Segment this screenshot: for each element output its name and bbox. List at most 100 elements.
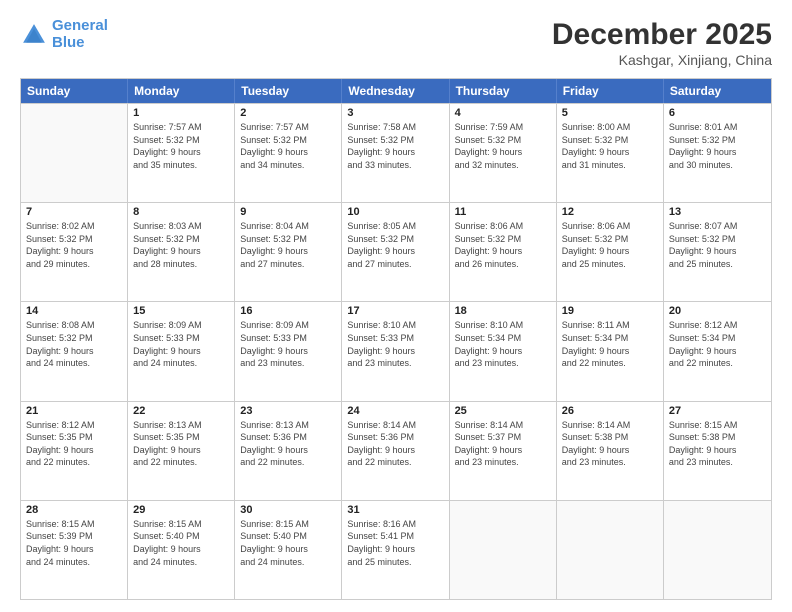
page: General Blue December 2025 Kashgar, Xinj…	[0, 0, 792, 612]
calendar-cell: 1 Sunrise: 7:57 AM Sunset: 5:32 PM Daylig…	[128, 104, 235, 202]
day-number: 4	[455, 107, 551, 119]
weekday-header: Monday	[128, 79, 235, 103]
day-info: Sunrise: 8:15 AM Sunset: 5:38 PM Dayligh…	[669, 419, 766, 469]
day-number: 22	[133, 405, 229, 417]
calendar-cell: 12 Sunrise: 8:06 AM Sunset: 5:32 PM Dayli…	[557, 203, 664, 301]
day-info: Sunrise: 8:02 AM Sunset: 5:32 PM Dayligh…	[26, 220, 122, 270]
day-number: 31	[347, 504, 443, 516]
day-info: Sunrise: 8:12 AM Sunset: 5:35 PM Dayligh…	[26, 419, 122, 469]
day-number: 29	[133, 504, 229, 516]
day-number: 3	[347, 107, 443, 119]
day-info: Sunrise: 7:57 AM Sunset: 5:32 PM Dayligh…	[133, 121, 229, 171]
day-number: 20	[669, 305, 766, 317]
day-info: Sunrise: 8:09 AM Sunset: 5:33 PM Dayligh…	[133, 319, 229, 369]
day-info: Sunrise: 8:15 AM Sunset: 5:40 PM Dayligh…	[133, 518, 229, 568]
day-number: 18	[455, 305, 551, 317]
day-number: 14	[26, 305, 122, 317]
day-number: 16	[240, 305, 336, 317]
title-block: December 2025 Kashgar, Xinjiang, China	[552, 18, 772, 68]
calendar-cell: 18 Sunrise: 8:10 AM Sunset: 5:34 PM Dayli…	[450, 302, 557, 400]
logo-line2: Blue	[52, 34, 85, 51]
day-info: Sunrise: 8:04 AM Sunset: 5:32 PM Dayligh…	[240, 220, 336, 270]
calendar-cell: 25 Sunrise: 8:14 AM Sunset: 5:37 PM Dayli…	[450, 402, 557, 500]
calendar-cell: 6Sunrise: 8:01 AM Sunset: 5:32 PM Daylig…	[664, 104, 771, 202]
day-number: 11	[455, 206, 551, 218]
calendar-row: 21Sunrise: 8:12 AM Sunset: 5:35 PM Dayli…	[21, 401, 771, 500]
day-info: Sunrise: 8:16 AM Sunset: 5:41 PM Dayligh…	[347, 518, 443, 568]
calendar-cell: 31 Sunrise: 8:16 AM Sunset: 5:41 PM Dayli…	[342, 501, 449, 599]
calendar-cell	[450, 501, 557, 599]
logo-text: General Blue	[52, 18, 108, 51]
day-number: 6	[669, 107, 766, 119]
weekday-header: Sunday	[21, 79, 128, 103]
calendar-cell: 30 Sunrise: 8:15 AM Sunset: 5:40 PM Dayli…	[235, 501, 342, 599]
header: General Blue December 2025 Kashgar, Xinj…	[20, 18, 772, 68]
day-number: 27	[669, 405, 766, 417]
calendar-cell: 23Sunrise: 8:13 AM Sunset: 5:36 PM Dayli…	[235, 402, 342, 500]
calendar-cell	[664, 501, 771, 599]
day-number: 17	[347, 305, 443, 317]
day-info: Sunrise: 8:06 AM Sunset: 5:32 PM Dayligh…	[562, 220, 658, 270]
day-number: 30	[240, 504, 336, 516]
day-info: Sunrise: 7:59 AM Sunset: 5:32 PM Dayligh…	[455, 121, 551, 171]
calendar-cell: 11 Sunrise: 8:06 AM Sunset: 5:32 PM Dayli…	[450, 203, 557, 301]
day-info: Sunrise: 8:14 AM Sunset: 5:37 PM Dayligh…	[455, 419, 551, 469]
day-number: 10	[347, 206, 443, 218]
day-info: Sunrise: 8:08 AM Sunset: 5:32 PM Dayligh…	[26, 319, 122, 369]
calendar-row: 28 Sunrise: 8:15 AM Sunset: 5:39 PM Dayli…	[21, 500, 771, 599]
calendar-cell: 3 Sunrise: 7:58 AM Sunset: 5:32 PM Daylig…	[342, 104, 449, 202]
day-info: Sunrise: 8:15 AM Sunset: 5:40 PM Dayligh…	[240, 518, 336, 568]
calendar-cell: 17 Sunrise: 8:10 AM Sunset: 5:33 PM Dayli…	[342, 302, 449, 400]
calendar-cell: 24Sunrise: 8:14 AM Sunset: 5:36 PM Dayli…	[342, 402, 449, 500]
day-info: Sunrise: 8:09 AM Sunset: 5:33 PM Dayligh…	[240, 319, 336, 369]
day-number: 7	[26, 206, 122, 218]
calendar-row: 14 Sunrise: 8:08 AM Sunset: 5:32 PM Dayli…	[21, 301, 771, 400]
day-info: Sunrise: 8:05 AM Sunset: 5:32 PM Dayligh…	[347, 220, 443, 270]
day-info: Sunrise: 8:14 AM Sunset: 5:36 PM Dayligh…	[347, 419, 443, 469]
day-info: Sunrise: 8:10 AM Sunset: 5:33 PM Dayligh…	[347, 319, 443, 369]
day-info: Sunrise: 8:14 AM Sunset: 5:38 PM Dayligh…	[562, 419, 658, 469]
month-title: December 2025	[552, 18, 772, 52]
day-number: 28	[26, 504, 122, 516]
logo-icon	[20, 21, 48, 49]
calendar-cell: 7 Sunrise: 8:02 AM Sunset: 5:32 PM Daylig…	[21, 203, 128, 301]
calendar-cell: 22 Sunrise: 8:13 AM Sunset: 5:35 PM Dayli…	[128, 402, 235, 500]
day-number: 15	[133, 305, 229, 317]
calendar-cell: 19 Sunrise: 8:11 AM Sunset: 5:34 PM Dayli…	[557, 302, 664, 400]
day-info: Sunrise: 8:15 AM Sunset: 5:39 PM Dayligh…	[26, 518, 122, 568]
day-info: Sunrise: 8:00 AM Sunset: 5:32 PM Dayligh…	[562, 121, 658, 171]
day-info: Sunrise: 8:13 AM Sunset: 5:35 PM Dayligh…	[133, 419, 229, 469]
calendar-cell: 26 Sunrise: 8:14 AM Sunset: 5:38 PM Dayli…	[557, 402, 664, 500]
calendar: SundayMondayTuesdayWednesdayThursdayFrid…	[20, 78, 772, 600]
weekday-header: Tuesday	[235, 79, 342, 103]
calendar-cell	[21, 104, 128, 202]
day-number: 13	[669, 206, 766, 218]
calendar-cell: 2Sunrise: 7:57 AM Sunset: 5:32 PM Daylig…	[235, 104, 342, 202]
day-number: 25	[455, 405, 551, 417]
day-number: 5	[562, 107, 658, 119]
calendar-cell: 10 Sunrise: 8:05 AM Sunset: 5:32 PM Dayli…	[342, 203, 449, 301]
calendar-cell: 9 Sunrise: 8:04 AM Sunset: 5:32 PM Daylig…	[235, 203, 342, 301]
calendar-cell: 27 Sunrise: 8:15 AM Sunset: 5:38 PM Dayli…	[664, 402, 771, 500]
logo-line1: General	[52, 17, 108, 34]
day-info: Sunrise: 8:10 AM Sunset: 5:34 PM Dayligh…	[455, 319, 551, 369]
calendar-cell	[557, 501, 664, 599]
day-number: 1	[133, 107, 229, 119]
location: Kashgar, Xinjiang, China	[552, 52, 772, 68]
calendar-cell: 14 Sunrise: 8:08 AM Sunset: 5:32 PM Dayli…	[21, 302, 128, 400]
weekday-header: Thursday	[450, 79, 557, 103]
day-number: 12	[562, 206, 658, 218]
day-info: Sunrise: 7:58 AM Sunset: 5:32 PM Dayligh…	[347, 121, 443, 171]
day-info: Sunrise: 8:12 AM Sunset: 5:34 PM Dayligh…	[669, 319, 766, 369]
day-info: Sunrise: 8:06 AM Sunset: 5:32 PM Dayligh…	[455, 220, 551, 270]
day-number: 19	[562, 305, 658, 317]
calendar-row: 1 Sunrise: 7:57 AM Sunset: 5:32 PM Daylig…	[21, 103, 771, 202]
day-info: Sunrise: 8:11 AM Sunset: 5:34 PM Dayligh…	[562, 319, 658, 369]
day-info: Sunrise: 8:13 AM Sunset: 5:36 PM Dayligh…	[240, 419, 336, 469]
weekday-header: Friday	[557, 79, 664, 103]
calendar-cell: 5 Sunrise: 8:00 AM Sunset: 5:32 PM Daylig…	[557, 104, 664, 202]
calendar-cell: 4 Sunrise: 7:59 AM Sunset: 5:32 PM Daylig…	[450, 104, 557, 202]
day-number: 26	[562, 405, 658, 417]
day-number: 9	[240, 206, 336, 218]
calendar-cell: 28 Sunrise: 8:15 AM Sunset: 5:39 PM Dayli…	[21, 501, 128, 599]
